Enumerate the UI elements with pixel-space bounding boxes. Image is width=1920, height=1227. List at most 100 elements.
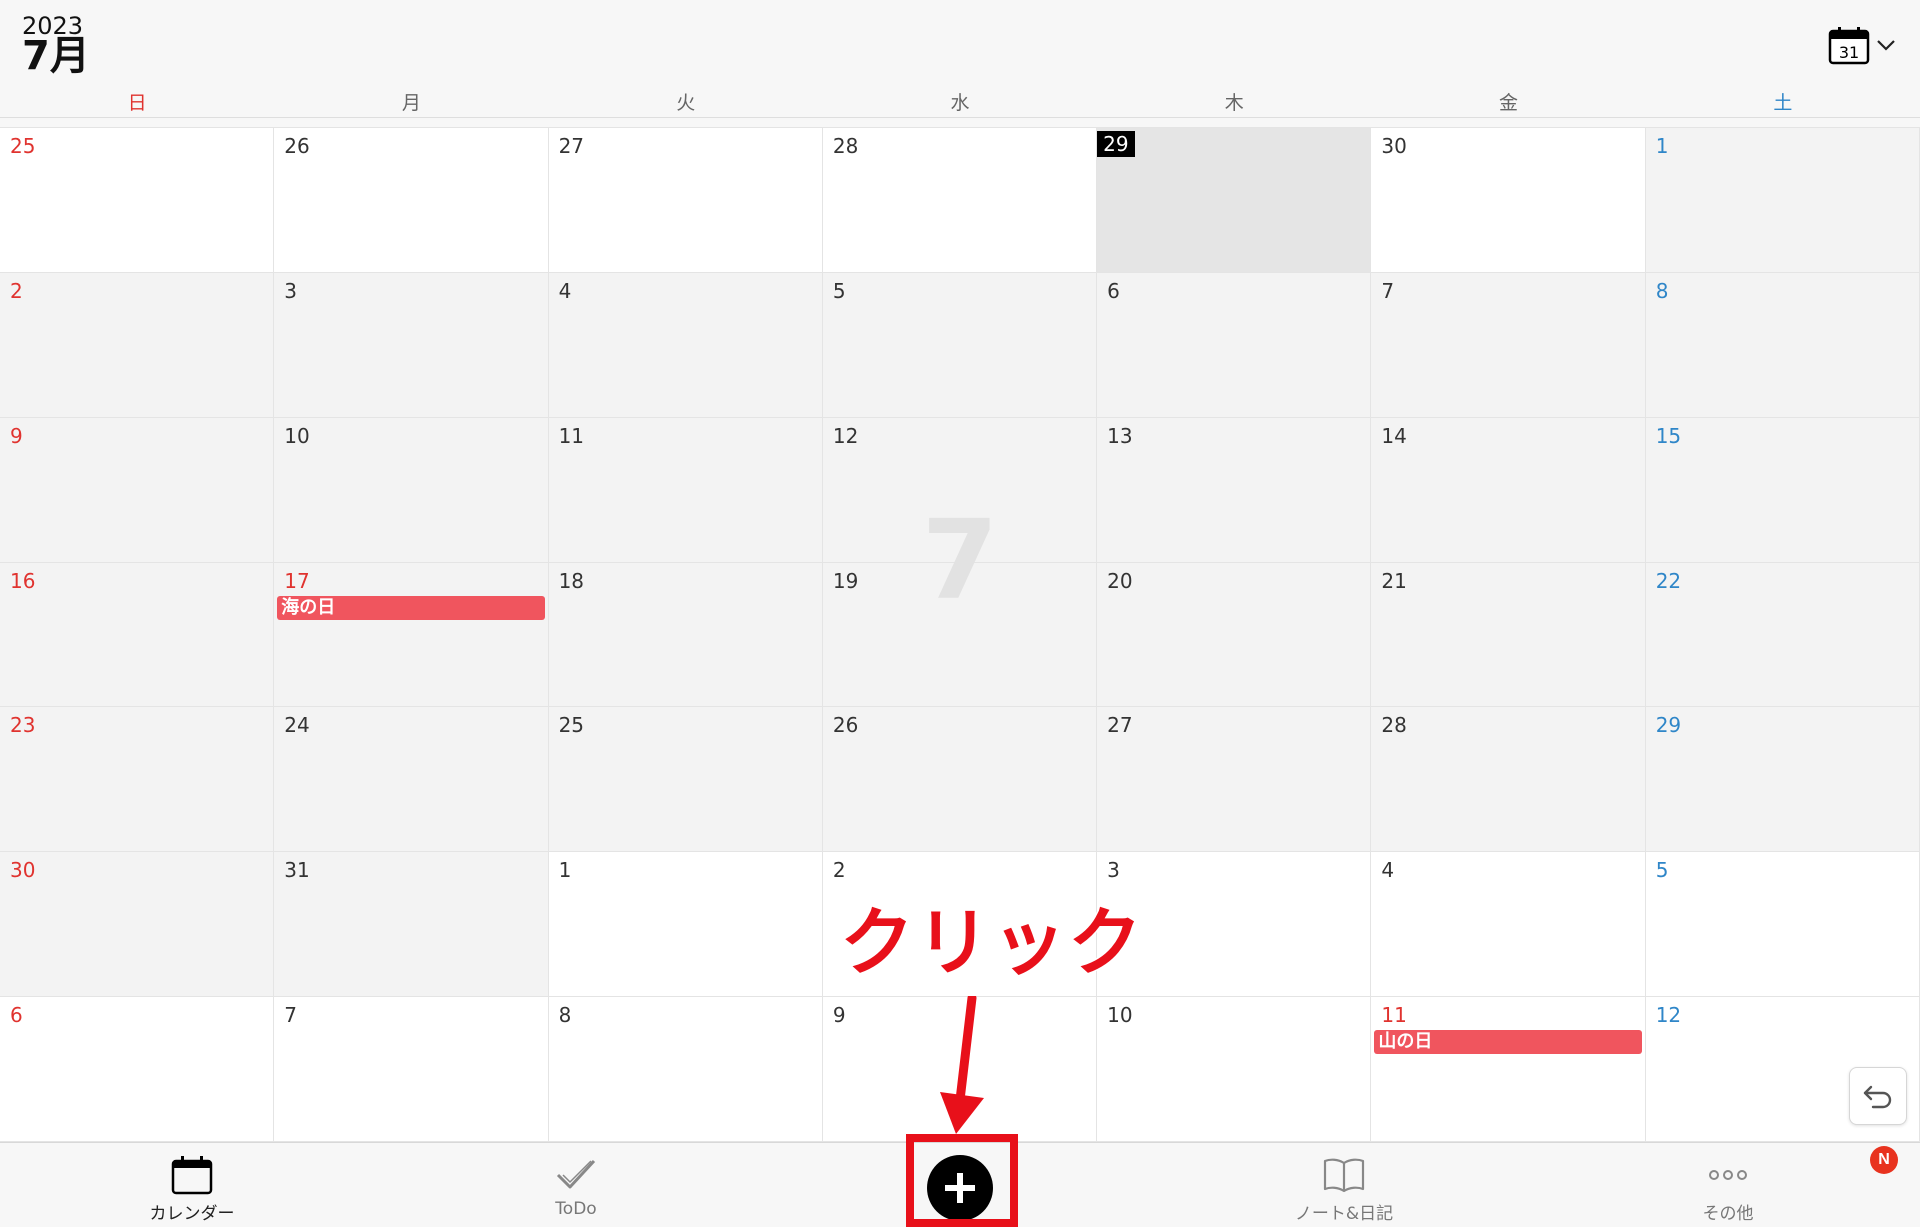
day-cell[interactable]: 21 [1371, 562, 1646, 708]
day-cell[interactable]: 16 [0, 562, 275, 708]
day-cell[interactable]: 8 [548, 997, 823, 1142]
day-number: 5 [1655, 858, 1669, 883]
month-title: 7月 [22, 33, 90, 79]
day-cell[interactable]: 31 [274, 852, 549, 998]
day-number: 15 [1655, 423, 1682, 448]
day-number: 1 [1655, 134, 1669, 158]
day-cell[interactable]: 2 [0, 272, 275, 418]
day-cell[interactable]: 24 [274, 707, 549, 853]
calendar-icon-day: 31 [1839, 43, 1859, 62]
day-number: 2 [10, 278, 23, 303]
day-cell[interactable]: 6 [0, 997, 275, 1142]
day-cell[interactable]: 26 [274, 128, 549, 273]
weekday-label-thu: 木 [1224, 92, 1244, 114]
undo-arrow-icon [1863, 1085, 1892, 1109]
tab-todo[interactable]: ToDo [476, 1143, 676, 1227]
weekday-label-sat: 土 [1773, 92, 1793, 114]
day-cell[interactable]: 3 [274, 272, 549, 418]
day-cell[interactable]: 11 山の日 [1371, 997, 1646, 1142]
day-number: 28 [832, 134, 859, 158]
date-picker-button[interactable]: 31 [1828, 22, 1900, 68]
day-number: 28 [1381, 713, 1407, 738]
day-cell[interactable]: 29 [1645, 707, 1920, 853]
day-cell[interactable]: 18 [548, 562, 823, 708]
day-number: 19 [832, 568, 859, 593]
day-cell[interactable]: 25 [548, 707, 823, 853]
day-number: 8 [1655, 278, 1669, 303]
annotation-arrow [940, 996, 984, 1134]
day-cell[interactable]: 13 [1097, 417, 1372, 563]
day-number: 4 [558, 278, 572, 303]
day-cell[interactable]: 8 [1645, 272, 1920, 418]
day-number: 11 [558, 423, 585, 448]
day-number: 11 [1381, 1003, 1407, 1028]
day-number: 30 [10, 858, 36, 883]
tab-other[interactable]: その他 [1628, 1143, 1828, 1227]
day-cell[interactable]: 14 [1371, 417, 1646, 563]
day-cell[interactable]: 28 [822, 128, 1098, 273]
weekday-label-tue: 火 [676, 92, 696, 114]
tab-note-label: ノート&日記 [1294, 1204, 1394, 1224]
day-cell[interactable]: 7 [274, 997, 549, 1142]
day-number: 22 [1655, 568, 1682, 593]
day-cell[interactable]: 4 [1371, 852, 1646, 998]
day-cell[interactable]: 22 [1645, 562, 1920, 708]
day-cell[interactable]: 15 [1645, 417, 1920, 563]
day-number: 6 [1107, 278, 1120, 303]
day-cell[interactable]: 30 [1371, 128, 1646, 273]
annotation-highlight-box [906, 1134, 1018, 1227]
day-cell[interactable]: 10 [1097, 997, 1372, 1142]
day-cell[interactable]: 28 [1371, 707, 1646, 853]
chevron-down-icon [1877, 40, 1895, 51]
holiday-event[interactable]: 海の日 [277, 595, 545, 620]
tab-calendar[interactable]: カレンダー [92, 1143, 292, 1227]
day-cell[interactable]: 27 [548, 128, 823, 273]
day-number: 21 [1381, 568, 1407, 593]
day-number: 29 [1097, 131, 1135, 157]
day-number: 31 [284, 858, 310, 883]
day-cell[interactable]: 26 [822, 707, 1098, 853]
day-cell[interactable]: 19 [822, 562, 1098, 708]
day-cell[interactable]: 9 [0, 417, 275, 563]
day-cell[interactable]: 5 [1645, 852, 1920, 998]
day-cell[interactable]: 12 [822, 417, 1098, 563]
day-cell[interactable]: 29 [1097, 128, 1372, 273]
day-cell[interactable]: 6 [1097, 272, 1372, 418]
weekday-header: 日 月 火 水 木 金 土 [0, 88, 1920, 118]
day-cell[interactable]: 1 [1645, 128, 1920, 273]
day-cell[interactable]: 27 [1097, 707, 1372, 853]
day-cell[interactable]: 25 [0, 128, 275, 273]
day-number: 6 [10, 1003, 23, 1028]
tab-todo-label: ToDo [555, 1199, 597, 1219]
weekday-label-mon: 月 [401, 92, 421, 114]
day-number: 17 [284, 568, 310, 593]
checkmark-icon [556, 1159, 596, 1189]
day-number: 3 [1107, 858, 1120, 883]
undo-button[interactable] [1849, 1067, 1907, 1125]
day-number: 5 [832, 278, 846, 303]
tab-note-diary[interactable]: ノート&日記 [1244, 1143, 1444, 1227]
holiday-event[interactable]: 山の日 [1374, 1030, 1642, 1055]
day-cell[interactable]: 10 [274, 417, 549, 563]
day-number: 29 [1655, 713, 1682, 738]
day-number: 23 [10, 713, 36, 738]
calendar-icon: 31 [1828, 27, 1870, 65]
day-cell[interactable]: 4 [548, 272, 823, 418]
day-cell[interactable]: 1 [548, 852, 823, 998]
day-number: 26 [284, 134, 310, 158]
day-number: 18 [558, 568, 585, 593]
day-cell[interactable]: 30 [0, 852, 275, 998]
day-cell[interactable]: 5 [822, 272, 1098, 418]
day-cell[interactable]: 23 [0, 707, 275, 853]
weekday-label-wed: 水 [950, 92, 970, 114]
calendar-app: 2023 7月 31 日 月 火 水 木 金 土 25 26 27 28 29 30 1 2 3… [0, 0, 1920, 1227]
day-number: 12 [832, 423, 859, 448]
day-number: 25 [10, 134, 36, 158]
day-cell[interactable]: 17 海の日 [274, 562, 549, 708]
month-grid: 25 26 27 28 29 30 1 2 3 4 5 6 7 8 9 10 11 12 13 14 15 16 17 海の日… [0, 127, 1920, 1142]
day-cell[interactable]: 7 [1371, 272, 1646, 418]
day-number: 12 [1655, 1003, 1682, 1028]
day-cell[interactable]: 20 [1097, 562, 1372, 708]
day-cell[interactable]: 11 [548, 417, 823, 563]
more-dots-icon [1709, 1170, 1747, 1180]
